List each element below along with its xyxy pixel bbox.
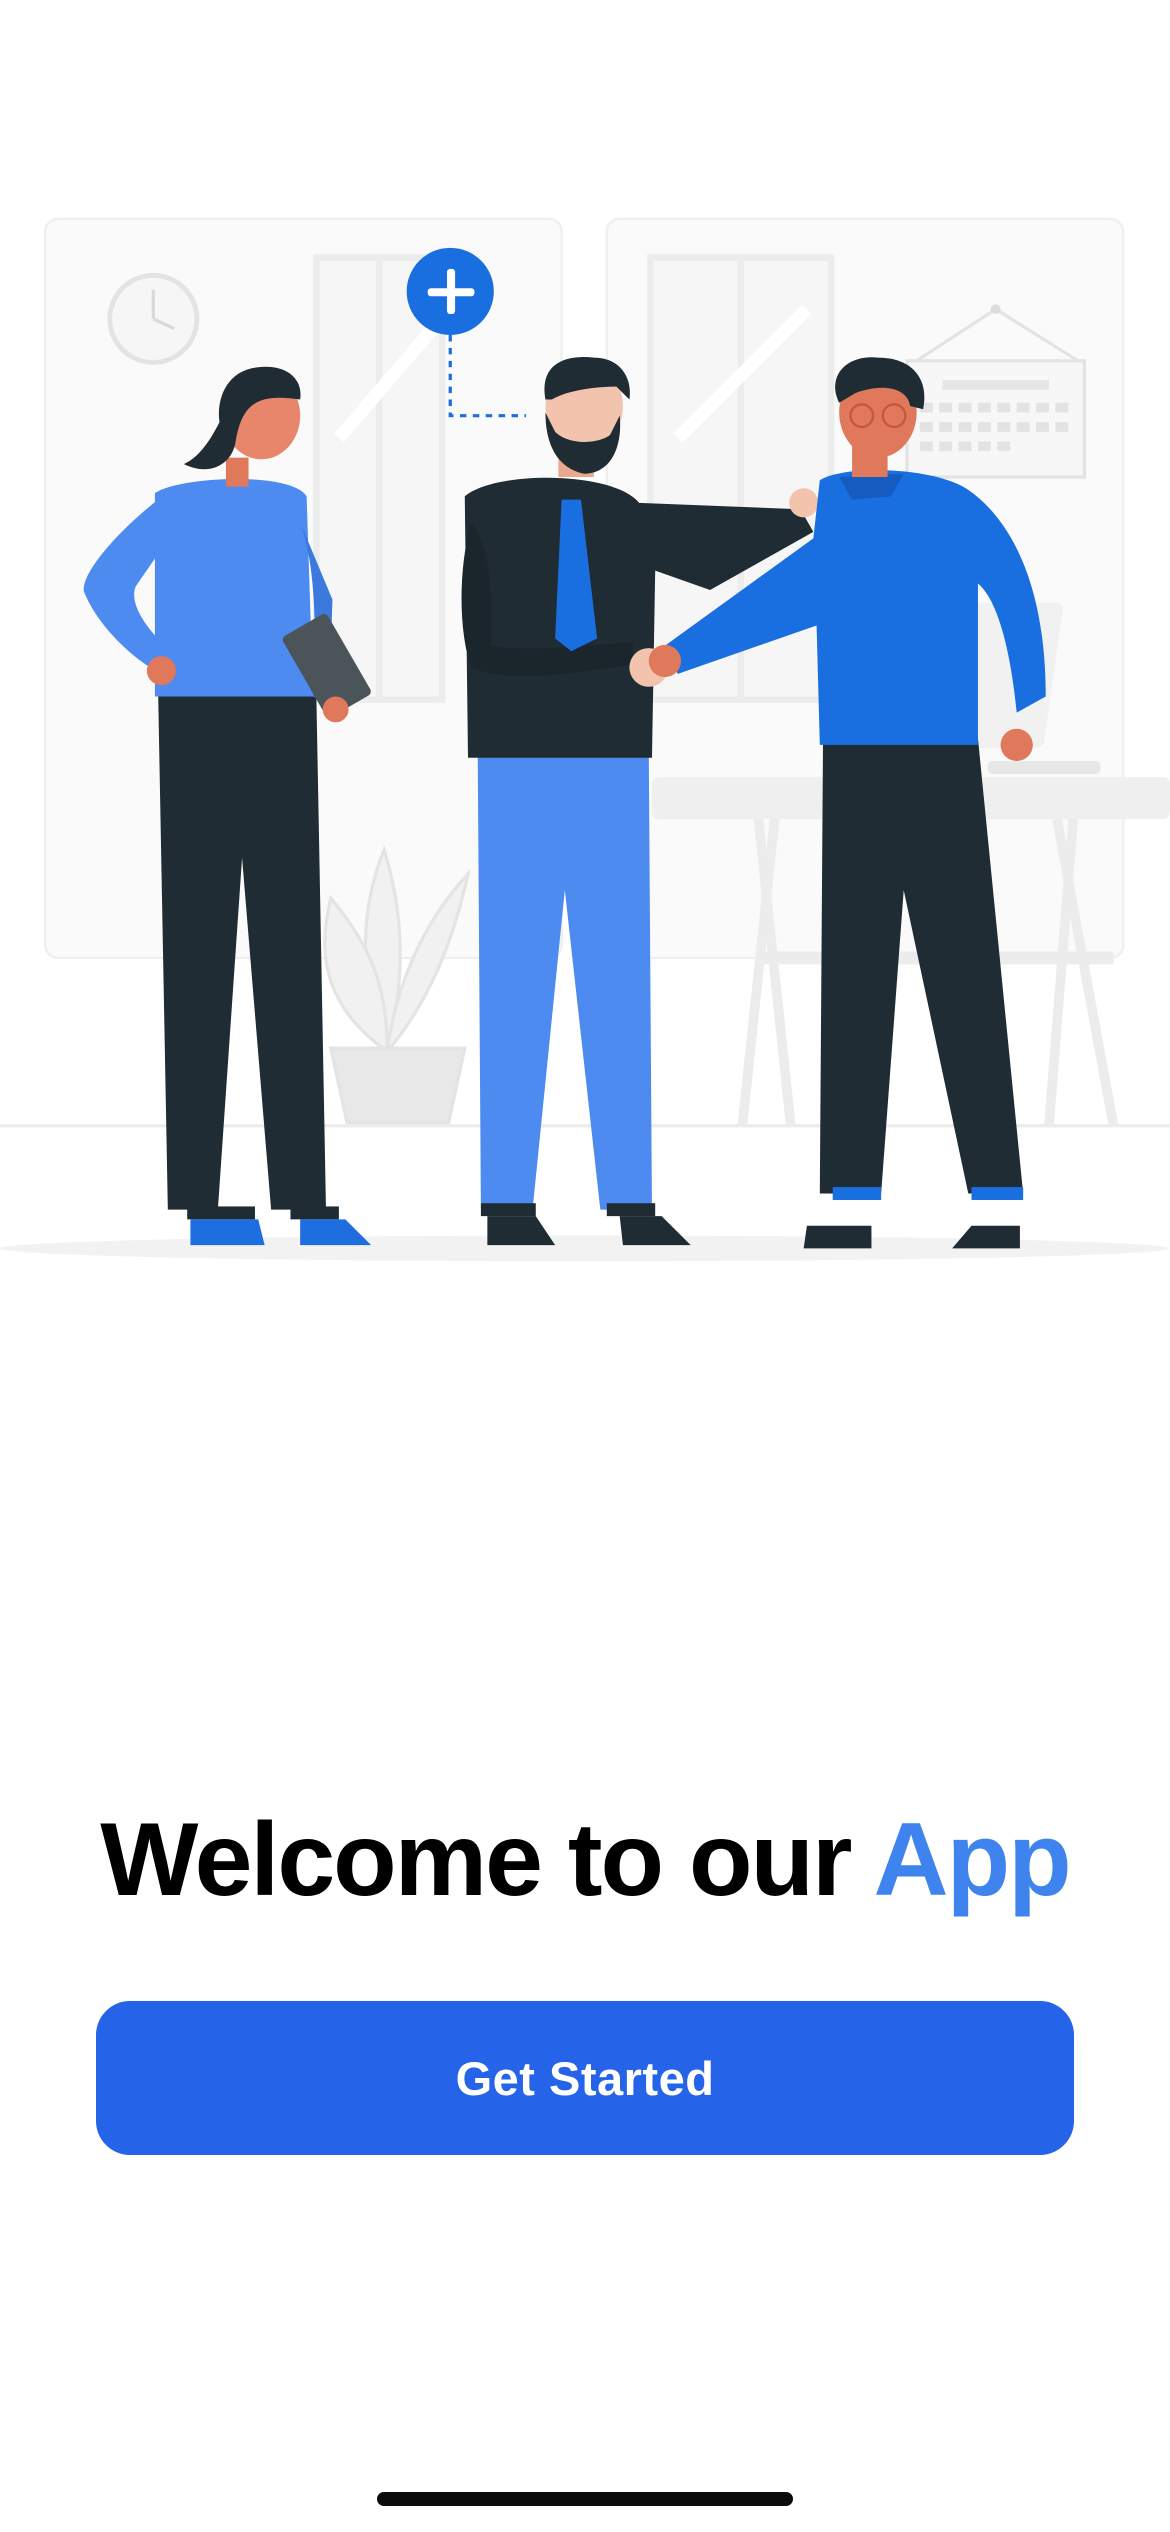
welcome-title: Welcome to our App (0, 1795, 1170, 1925)
clock-icon (107, 272, 200, 365)
get-started-button[interactable]: Get Started (96, 2001, 1074, 2155)
welcome-title-accent: App (873, 1801, 1072, 1918)
home-indicator[interactable] (377, 2492, 793, 2506)
welcome-title-main: Welcome to our (100, 1801, 874, 1918)
illustration-svg (0, 217, 1170, 1262)
team-handshake-illustration (0, 0, 1170, 1280)
